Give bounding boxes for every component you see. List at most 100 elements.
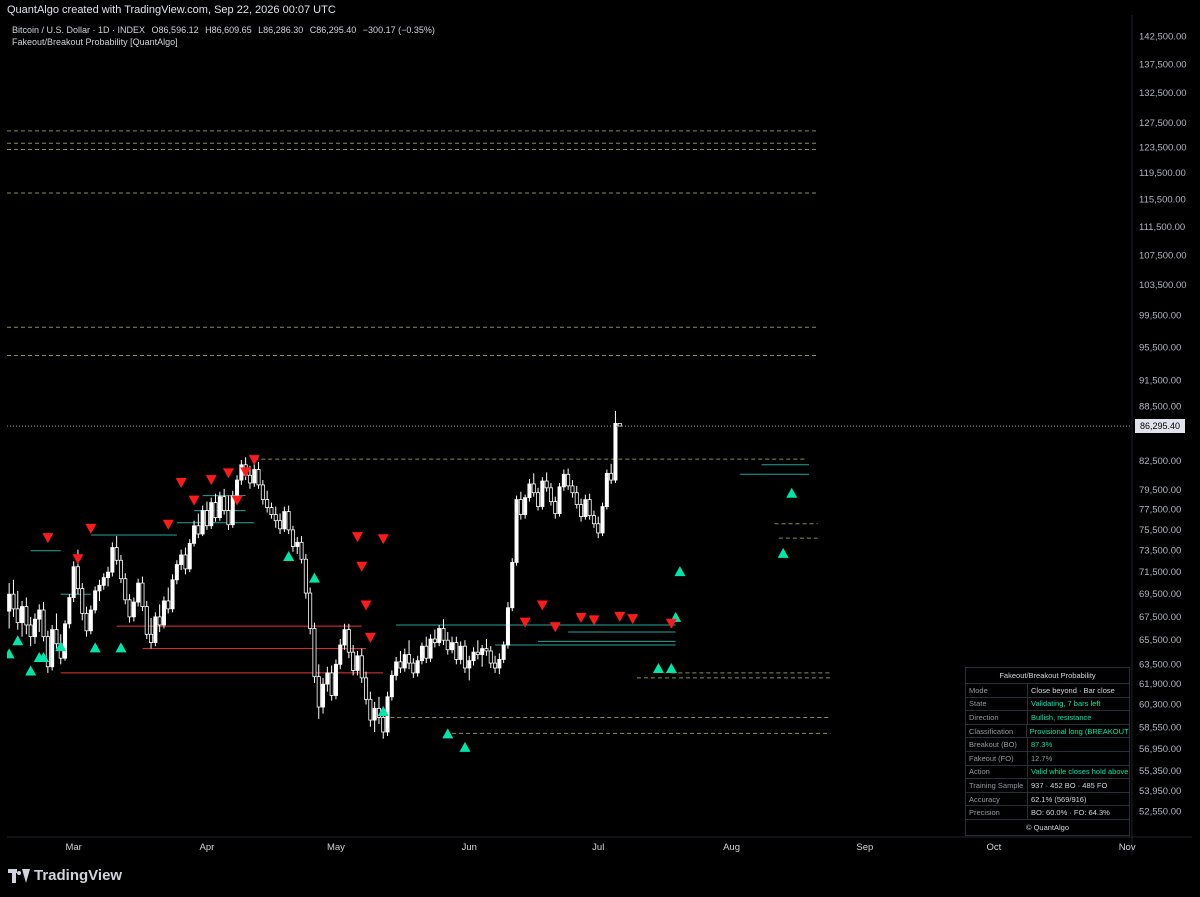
- table-row-value: 87.3%: [1031, 740, 1053, 750]
- y-tick-label: 115,500.00: [1139, 195, 1186, 206]
- bullish-triangle-marker: [115, 642, 127, 653]
- table-row: Classification Provisional long (BREAKOUT…: [966, 724, 1129, 739]
- candle-up: [170, 579, 175, 610]
- y-tick-label: 52,550.00: [1139, 806, 1181, 817]
- candle-up: [613, 422, 618, 481]
- candle-down: [299, 541, 304, 560]
- candle-down: [570, 485, 575, 494]
- bullish-triangle-marker: [308, 572, 320, 583]
- candle-down: [265, 499, 270, 508]
- candle-up: [557, 486, 562, 514]
- bullish-triangle-marker: [786, 487, 798, 498]
- bullish-triangle-marker: [7, 648, 15, 659]
- table-row-value: 62.1% (569/916): [1031, 794, 1087, 804]
- candle-down: [346, 629, 351, 653]
- tradingview-logo-icon: [8, 868, 30, 883]
- candle-down: [432, 638, 437, 644]
- candle-down: [157, 616, 162, 626]
- y-tick-label: 99,500.00: [1139, 310, 1181, 321]
- candle-up: [338, 644, 343, 665]
- table-row-value: BO: 60.0% · FO: 64.3%: [1031, 808, 1110, 818]
- candle-up: [110, 547, 115, 573]
- candle-up: [437, 628, 442, 644]
- y-tick-label: 111,500.00: [1139, 222, 1185, 233]
- candle-down: [359, 655, 364, 679]
- chart-legend: Bitcoin / U.S. Dollar · 1D · INDEX O86,5…: [12, 24, 439, 48]
- candle-up: [428, 638, 433, 659]
- candle-up: [523, 497, 528, 515]
- candle-down: [484, 648, 489, 652]
- candle-up: [7, 593, 12, 612]
- candle-down: [316, 676, 321, 708]
- y-tick-label: 61,900.00: [1139, 679, 1181, 690]
- tradingview-logo[interactable]: TradingView: [8, 867, 122, 884]
- candle-up: [342, 629, 347, 646]
- candle-down: [222, 496, 227, 511]
- candle-up: [600, 506, 605, 534]
- candle-up: [174, 564, 179, 581]
- candle-down: [536, 492, 541, 507]
- table-row-key: State: [966, 697, 1028, 711]
- bearish-triangle-marker: [377, 534, 389, 545]
- indicator-name[interactable]: Fakeout/Breakout Probability [QuantAlgo]: [12, 36, 439, 48]
- candle-up: [419, 645, 424, 662]
- table-row: Breakout (BO) 87.3%: [966, 738, 1129, 752]
- y-tick-label: 137,500.00: [1139, 59, 1187, 70]
- x-tick-label: Nov: [1119, 842, 1136, 853]
- candle-up: [153, 616, 158, 644]
- candle-down: [553, 501, 558, 514]
- candle-up: [235, 479, 240, 497]
- candle-down: [368, 698, 373, 721]
- bearish-triangle-marker: [614, 611, 626, 622]
- candle-up: [402, 654, 407, 669]
- bearish-triangle-marker: [536, 600, 548, 611]
- y-tick-label: 123,500.00: [1139, 143, 1187, 154]
- candle-down: [290, 529, 295, 547]
- bearish-triangle-marker: [356, 561, 368, 572]
- candle-up: [217, 496, 222, 519]
- table-row-value: Bullish, resistance: [1031, 712, 1092, 722]
- candle-up: [252, 469, 257, 484]
- low-value: L86,286.30: [258, 25, 304, 35]
- candle-up: [510, 562, 515, 609]
- y-tick-label: 53,950.00: [1139, 786, 1181, 797]
- candle-up: [480, 648, 485, 655]
- x-tick-label: Aug: [723, 842, 740, 853]
- candle-up: [106, 571, 111, 579]
- candle-up: [471, 651, 476, 662]
- candle-up: [101, 577, 106, 586]
- bearish-triangle-marker: [627, 614, 639, 625]
- table-row-key: Direction: [966, 711, 1028, 724]
- candle-down: [411, 662, 416, 674]
- candle-up: [67, 597, 72, 625]
- last-price-label: 86,295.40: [1135, 419, 1185, 434]
- table-row-key: Classification: [966, 724, 1027, 738]
- table-row: Accuracy 62.1% (569/916): [966, 792, 1129, 807]
- table-row-value: Validating, 7 bars left: [1031, 699, 1101, 709]
- table-row: Training Sample 937 · 452 BO · 485 FO: [966, 779, 1129, 793]
- candle-down: [183, 554, 188, 570]
- y-tick-label: 77,500.00: [1139, 505, 1181, 516]
- candle-up: [93, 590, 98, 611]
- y-tick-label: 107,500.00: [1139, 250, 1187, 261]
- candle-up: [97, 584, 102, 592]
- bearish-triangle-marker: [188, 495, 200, 506]
- table-row-key: Fakeout (FO): [966, 751, 1028, 765]
- candle-down: [11, 593, 16, 610]
- y-tick-label: 88,500.00: [1139, 401, 1181, 412]
- bearish-triangle-marker: [549, 622, 561, 633]
- candle-up: [161, 600, 166, 626]
- y-tick-label: 56,950.00: [1139, 744, 1181, 755]
- candle-down: [329, 672, 334, 696]
- candle-up: [20, 606, 25, 624]
- y-tick-label: 91,500.00: [1139, 376, 1181, 387]
- candle-down: [149, 633, 154, 644]
- brand-name: TradingView: [34, 867, 123, 884]
- candle-down: [381, 717, 386, 733]
- table-row-key: Breakout (BO): [966, 738, 1028, 751]
- y-tick-label: 55,350.00: [1139, 766, 1181, 777]
- bullish-triangle-marker: [652, 662, 664, 673]
- candle-down: [445, 639, 450, 651]
- y-tick-label: 58,550.00: [1139, 722, 1181, 733]
- candle-up: [239, 464, 244, 481]
